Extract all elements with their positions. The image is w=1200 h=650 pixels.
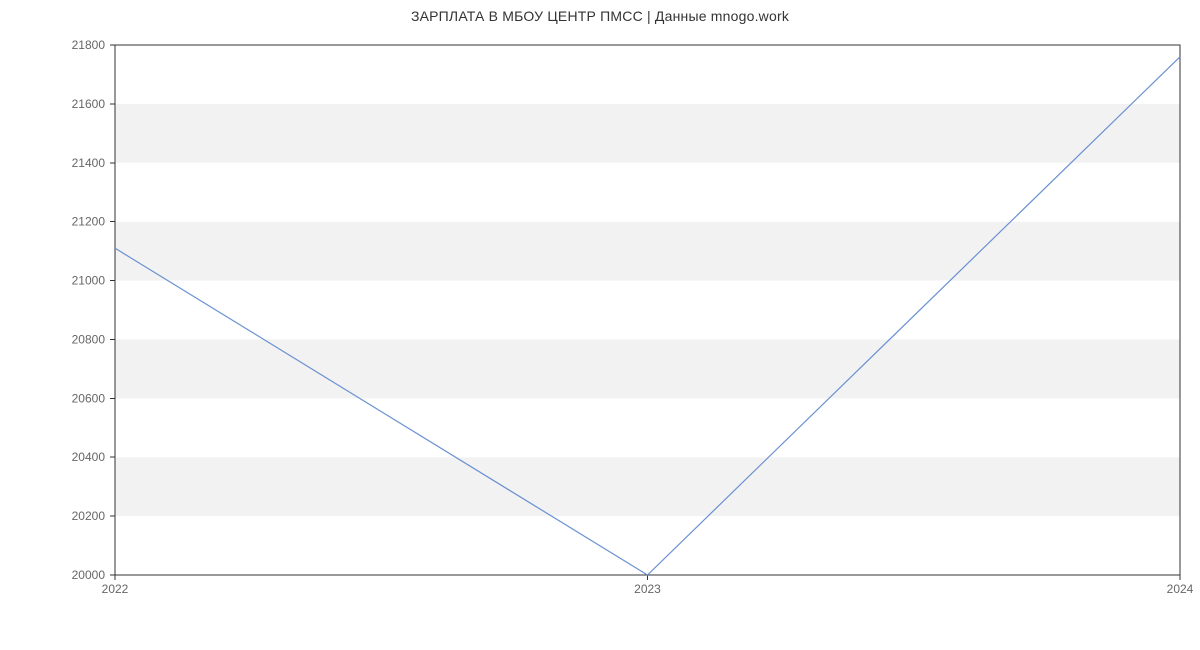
y-tick-label: 20800 <box>72 332 106 346</box>
y-tick-label: 21600 <box>72 97 106 111</box>
grid-band <box>115 398 1180 457</box>
x-tick-label: 2022 <box>102 582 129 596</box>
chart-container: ЗАРПЛАТА В МБОУ ЦЕНТР ПМСС | Данные mnog… <box>0 0 1200 650</box>
y-tick-label: 21000 <box>72 274 106 288</box>
grid-band <box>115 222 1180 281</box>
y-tick-label: 20200 <box>72 509 106 523</box>
y-tick-label: 20600 <box>72 391 106 405</box>
grid-band <box>115 457 1180 516</box>
grid-band <box>115 516 1180 575</box>
x-tick-label: 2024 <box>1167 582 1194 596</box>
x-tick-label: 2023 <box>634 582 661 596</box>
y-tick-label: 21200 <box>72 215 106 229</box>
grid-band <box>115 281 1180 340</box>
grid-band <box>115 104 1180 163</box>
grid-band <box>115 45 1180 104</box>
y-tick-label: 20000 <box>72 568 106 582</box>
y-tick-label: 21800 <box>72 38 106 52</box>
grid-band <box>115 339 1180 398</box>
y-tick-label: 21400 <box>72 156 106 170</box>
y-tick-label: 20400 <box>72 450 106 464</box>
chart-svg: 20000 20200 20400 20600 20800 21000 21200 21400… <box>0 0 1200 650</box>
